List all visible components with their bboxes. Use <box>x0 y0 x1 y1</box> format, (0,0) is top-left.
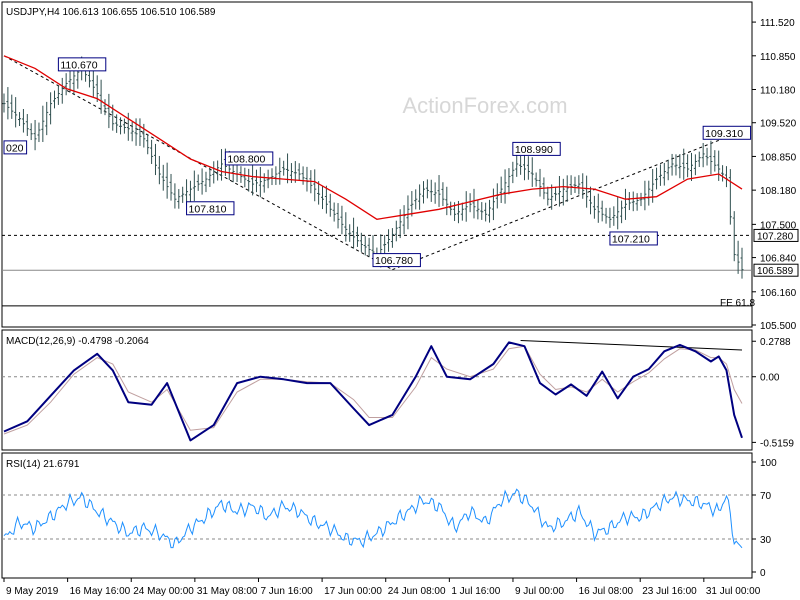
x-tick-label: 9 May 2019 <box>6 586 59 597</box>
level-badge-label: 107.280 <box>757 231 794 242</box>
price-tick-label: 110.180 <box>760 86 796 97</box>
rsi-tick-label: 0 <box>760 568 766 579</box>
x-tick-label: 16 May 16:00 <box>70 586 131 597</box>
price-tick-label: 105.500 <box>760 321 797 332</box>
rsi-header: RSI(14) 21.6791 <box>6 459 80 470</box>
macd-header: MACD(12,26,9) -0.4798 -0.2064 <box>6 336 149 347</box>
x-tick-label: 7 Jun 16:00 <box>260 586 313 597</box>
annotation-label: 108.990 <box>515 144 553 156</box>
macd-tick-label: -0.5159 <box>760 438 794 449</box>
annotation-label: 106.780 <box>375 255 413 267</box>
price-tick-label: 111.520 <box>760 18 795 29</box>
x-tick-label: 9 Jul 00:00 <box>515 586 564 597</box>
annotation-label: 108.800 <box>227 153 265 165</box>
price-tick-label: 110.850 <box>760 52 796 63</box>
price-panel <box>1 1 753 328</box>
annotation-label: 110.670 <box>60 59 97 71</box>
chart-canvas: ActionForex.com 111.520 110.850 110.180 109… <box>1 1 799 597</box>
rsi-tick-label: 30 <box>760 535 772 546</box>
macd-tick-label: 0.2788 <box>760 337 791 348</box>
annotation-label: 107.210 <box>612 233 650 245</box>
annotation-label: 107.810 <box>189 203 227 215</box>
watermark: ActionForex.com <box>402 93 567 118</box>
rsi-y-ticks: 100 70 30 0 <box>752 458 777 579</box>
macd-y-ticks: 0.2788 0.00 -0.5159 <box>752 337 794 449</box>
rsi-tick-label: 70 <box>760 491 772 502</box>
annotation-label: 109.310 <box>705 128 743 140</box>
price-y-ticks: 111.520 110.850 110.180 109.520 108.850 108.1… <box>752 18 797 332</box>
x-tick-label: 1 Jul 16:00 <box>451 586 500 597</box>
rsi-panel <box>1 452 753 579</box>
x-tick-label: 31 Jul 00:00 <box>706 586 761 597</box>
price-tick-label: 106.160 <box>760 288 797 299</box>
macd-tick-label: 0.00 <box>760 373 780 384</box>
annotation-label: 020 <box>6 142 24 154</box>
price-tick-label: 109.520 <box>760 119 797 130</box>
rsi-tick-label: 100 <box>760 458 777 469</box>
price-tick-label: 108.850 <box>760 152 797 163</box>
fe-label: FE 61.8 <box>720 298 755 309</box>
x-tick-label: 17 Jun 00:00 <box>324 586 382 597</box>
x-tick-label: 24 Jun 08:00 <box>388 586 446 597</box>
macd-panel <box>1 329 753 451</box>
x-tick-label: 31 May 08:00 <box>197 586 258 597</box>
price-tick-label: 108.180 <box>760 186 797 197</box>
x-axis-ticks: 9 May 2019 16 May 16:00 24 May 00:00 31 May… <box>3 578 761 597</box>
price-header: USDJPY,H4 106.613 106.655 106.510 106.58… <box>6 7 216 18</box>
x-tick-label: 16 Jul 08:00 <box>579 586 634 597</box>
price-tick-label: 106.840 <box>760 254 797 265</box>
x-tick-label: 23 Jul 16:00 <box>642 586 697 597</box>
x-tick-label: 24 May 00:00 <box>133 586 194 597</box>
current-price-badge-label: 106.589 <box>757 266 794 277</box>
